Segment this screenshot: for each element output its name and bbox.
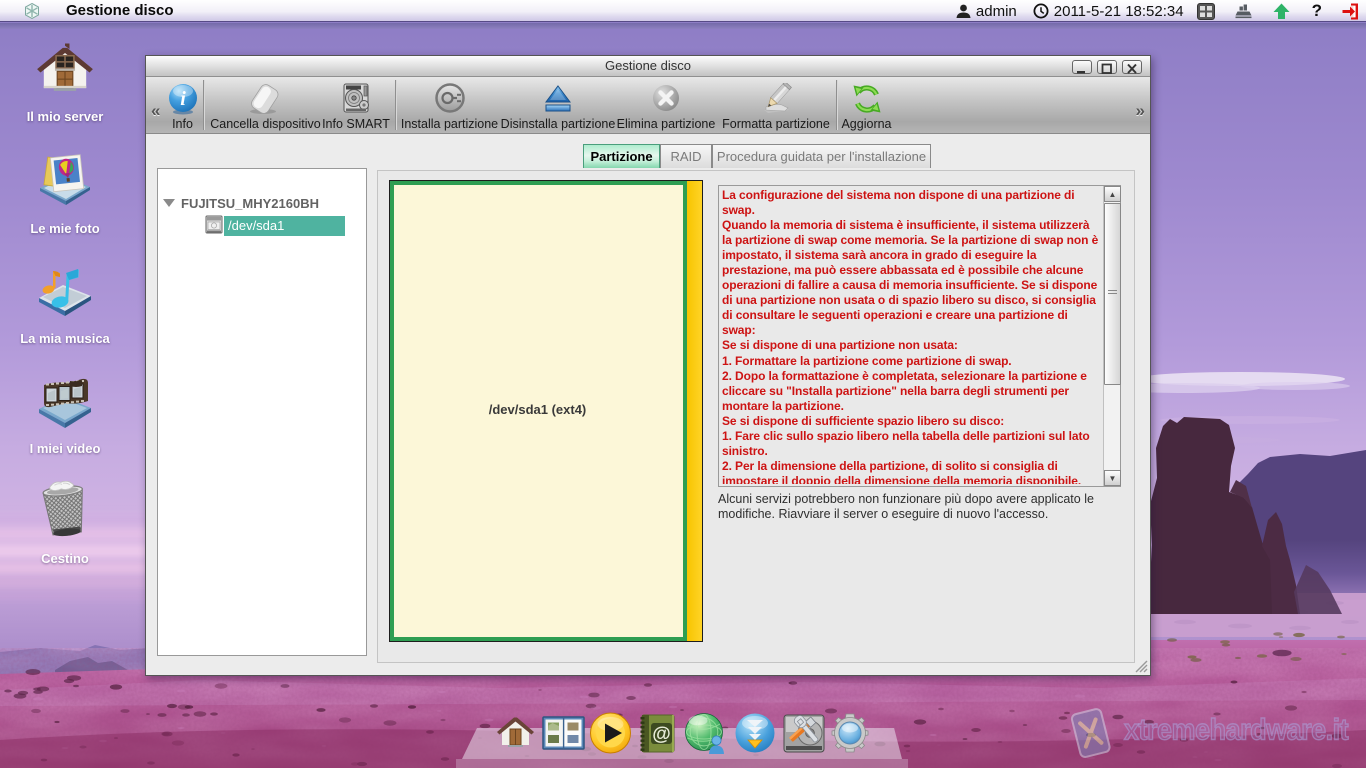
svg-text:@: @ [652,724,671,745]
svg-text:i: i [180,88,186,110]
